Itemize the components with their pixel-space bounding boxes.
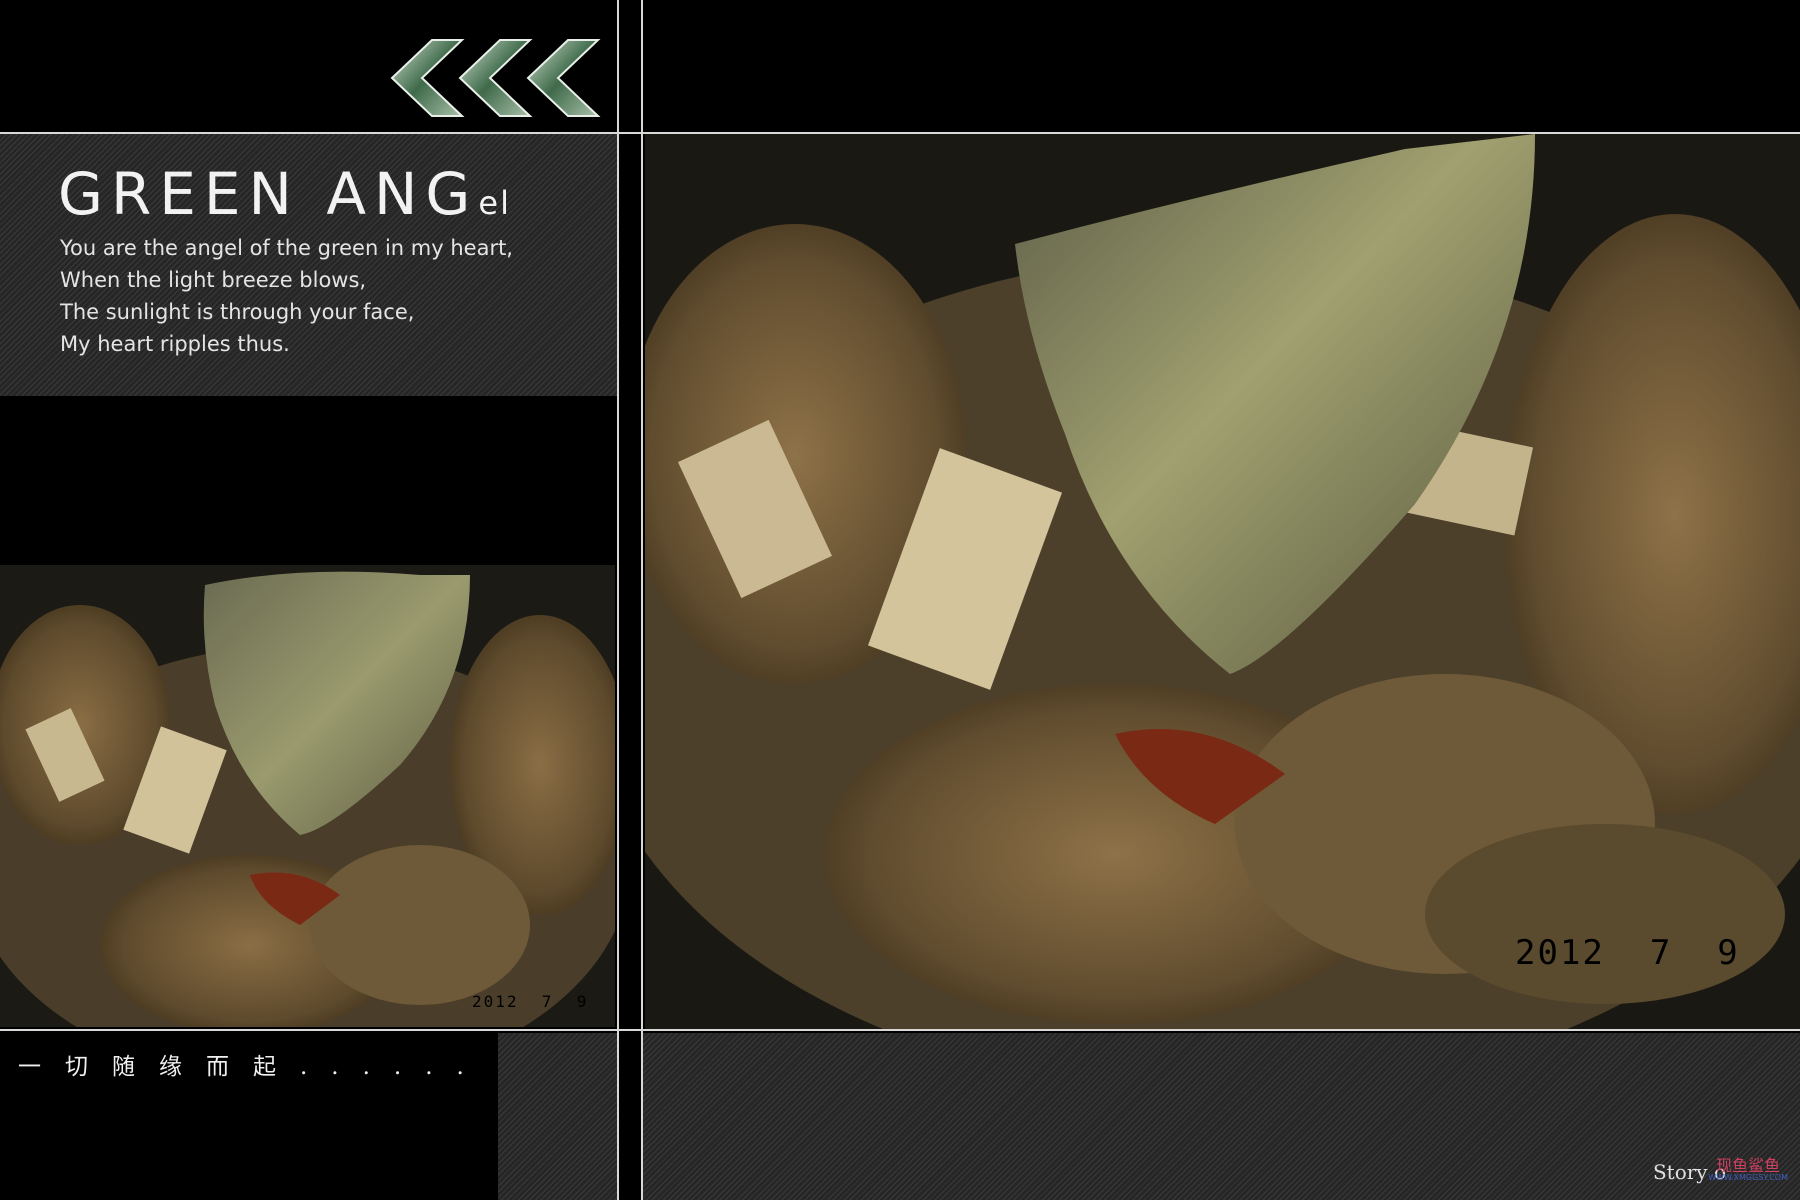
footer-panel-left: [498, 1033, 617, 1200]
poem-line: My heart ripples thus.: [60, 332, 290, 356]
poem-line: The sunlight is through your face,: [60, 300, 415, 324]
chinese-caption: 一切随缘而起......: [18, 1054, 488, 1080]
poem: You are the angel of the green in my hea…: [60, 232, 513, 360]
title-main: GREEN ANG: [58, 160, 479, 228]
watermark-url: WWW.XMGGSY.COM: [1708, 1173, 1788, 1182]
frame-line-vertical-right: [641, 0, 643, 1200]
small-photo-date: 2012 7 9: [472, 992, 588, 1011]
watermark: 现鱼鲨鱼 WWW.XMGGSY.COM: [1708, 1158, 1788, 1184]
footer-panel-right: [643, 1033, 1800, 1200]
chevron-left-icon: [526, 39, 601, 117]
frame-line-bottom: [0, 1029, 1800, 1031]
poem-line: When the light breeze blows,: [60, 268, 367, 292]
frame-line-vertical-left: [617, 0, 619, 1200]
title-suffix: el: [478, 184, 511, 222]
frame-line-top: [0, 132, 1800, 134]
poem-line: You are the angel of the green in my hea…: [60, 236, 513, 260]
large-photo-date: 2012 7 9: [1515, 933, 1740, 973]
page-title: GREEN ANGel: [58, 160, 511, 228]
small-photo: 2012 7 9: [0, 565, 615, 1027]
large-photo: 2012 7 9: [645, 134, 1800, 1029]
